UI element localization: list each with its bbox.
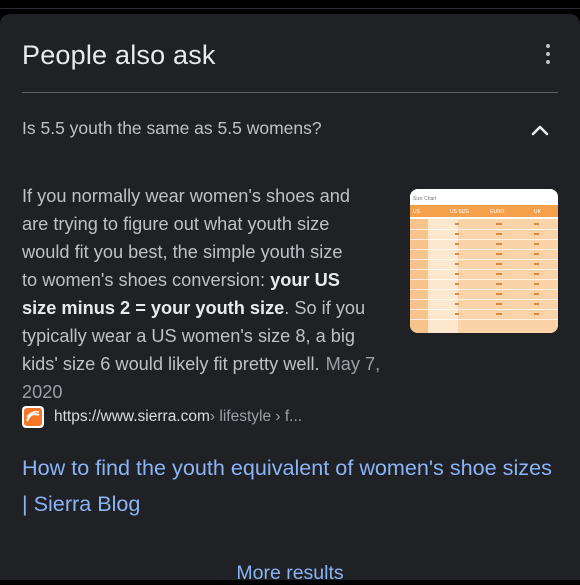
answer-line: typically wear a US women's size 8, a bi… (22, 326, 356, 346)
more-results-link[interactable]: More results (0, 562, 580, 585)
answer-snippet: If you normally wear women's shoes and a… (22, 182, 402, 406)
people-also-ask-card: People also ask Is 5.5 youth the same as… (0, 14, 580, 584)
sierra-logo-icon (22, 406, 44, 428)
source-url: https://www.sierra.com (54, 408, 210, 425)
chart-header: US (413, 209, 421, 215)
answer-line: to women's shoes conversion: (22, 270, 271, 290)
question-text[interactable]: Is 5.5 youth the same as 5.5 womens? (22, 118, 322, 139)
answer-bold: your US (270, 270, 340, 290)
chart-header: UK (534, 209, 542, 215)
answer-line: kids' size 6 would likely fit pretty wel… (22, 354, 320, 374)
size-chart-image: Size Chart US US SIZE EURO UK (410, 189, 558, 333)
answer-line: would fit you best, the simple youth siz… (22, 242, 343, 262)
size-chart-thumbnail[interactable]: Size Chart US US SIZE EURO UK (410, 189, 558, 333)
result-title-link[interactable]: How to find the youth equivalent of wome… (22, 450, 552, 522)
answer-line: If you normally wear women's shoes and (22, 186, 350, 206)
answer-line: . So if you (284, 298, 366, 318)
answer-bold: size minus 2 = your youth size (22, 298, 285, 318)
more-options-icon[interactable] (540, 44, 556, 68)
chart-header: EURO (490, 209, 505, 215)
divider (22, 92, 558, 93)
chart-header: US SIZE (450, 209, 470, 215)
section-title: People also ask (22, 40, 216, 70)
chevron-up-icon[interactable] (528, 118, 552, 142)
chart-caption: Size Chart (413, 196, 437, 202)
top-bar (0, 0, 580, 9)
source-path: › lifestyle › f... (209, 408, 303, 425)
answer-line: are trying to figure out what youth size (22, 214, 330, 234)
result-source[interactable]: https://www.sierra.com › lifestyle › f..… (22, 406, 302, 428)
